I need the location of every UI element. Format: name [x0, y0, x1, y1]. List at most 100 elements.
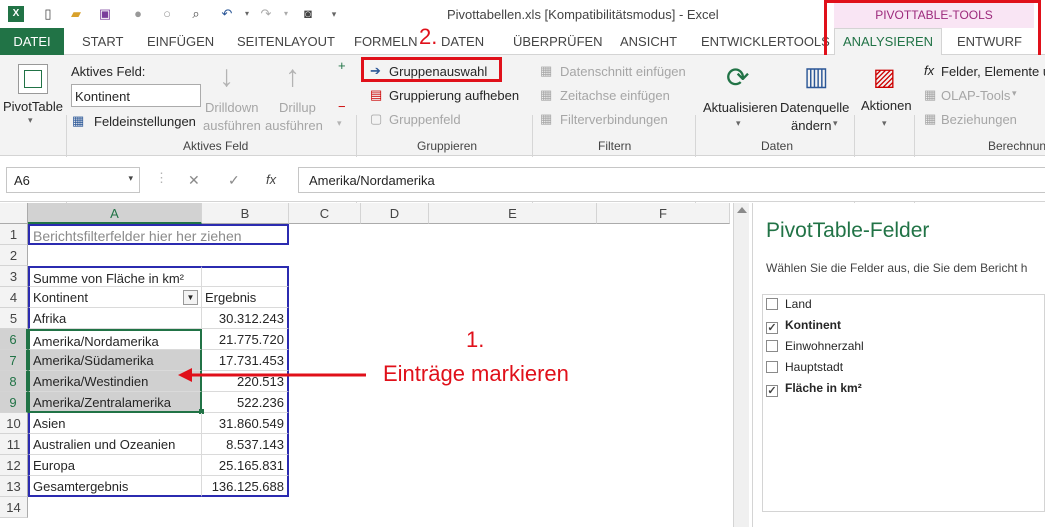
pivot-row-label[interactable]: Australien und Ozeanien [28, 434, 202, 455]
ungroup-button[interactable]: Gruppierung aufheben [389, 88, 519, 103]
row-header[interactable]: 4 [0, 287, 28, 308]
qat-customize-icon[interactable]: ▾ [326, 6, 342, 22]
pivot-row-value[interactable]: 25.165.831 [202, 455, 289, 476]
confirm-icon[interactable]: ✓ [228, 172, 240, 189]
select-all-corner[interactable] [0, 203, 28, 224]
drilldown-label-1[interactable]: Drilldown [205, 100, 258, 115]
camera-icon[interactable]: ◙ [300, 6, 316, 22]
change-source-dropdown-icon[interactable]: ▾ [833, 118, 838, 129]
group-field-button[interactable]: Gruppenfeld [389, 112, 461, 127]
drillup-label-1[interactable]: Drillup [279, 100, 316, 115]
drillup-label-2[interactable]: ausführen [265, 118, 323, 133]
column-header-c[interactable]: C [289, 203, 361, 224]
field-item-hauptstadt[interactable]: Hauptstadt [766, 360, 843, 374]
circle-icon[interactable]: ● [130, 6, 146, 22]
filter-connections-button[interactable]: Filterverbindungen [560, 112, 668, 127]
tab-datei[interactable]: DATEI [0, 28, 64, 55]
change-source-label-1[interactable]: Datenquelle [780, 100, 849, 115]
collapse-field-icon[interactable]: − [338, 99, 346, 114]
pivottable-dropdown-icon[interactable]: ▾ [28, 115, 33, 126]
insert-slicer-button[interactable]: Datenschnitt einfügen [560, 64, 686, 79]
row-header[interactable]: 5 [0, 308, 28, 329]
checkbox-unchecked-icon[interactable] [766, 361, 778, 373]
row-header[interactable]: 7 [0, 350, 28, 371]
cancel-icon[interactable]: ✕ [188, 172, 200, 189]
row-header[interactable]: 14 [0, 497, 28, 518]
checkbox-checked-icon[interactable]: ✓ [766, 322, 778, 334]
name-box[interactable]: A6 ▾ [6, 167, 140, 193]
tab-ueberpruefen[interactable]: ÜBERPRÜFEN [513, 34, 603, 49]
expand-field-icon[interactable]: + [338, 58, 346, 73]
pivottable-button[interactable]: PivotTable [3, 99, 63, 114]
report-filter-drop-area[interactable]: Berichtsfilterfelder hier her ziehen [28, 224, 289, 245]
active-field-input[interactable]: Kontinent [71, 84, 201, 107]
olap-tools-button[interactable]: OLAP-Tools [941, 88, 1010, 103]
column-header-a[interactable]: A [28, 203, 202, 224]
column-header-f[interactable]: F [597, 203, 730, 224]
new-file-icon[interactable]: ▯ [40, 6, 56, 22]
row-header[interactable]: 6 [0, 329, 28, 350]
pivot-value-header[interactable]: Summe von Fläche in km² [28, 266, 202, 287]
actions-button[interactable]: Aktionen [861, 98, 912, 113]
row-header[interactable]: 12 [0, 455, 28, 476]
relations-button[interactable]: Beziehungen [941, 112, 1017, 127]
result-header[interactable]: Ergebnis [202, 287, 289, 308]
pivottable-icon[interactable] [18, 64, 48, 94]
print-preview-icon[interactable]: ⌕ [188, 6, 204, 22]
column-header-e[interactable]: E [429, 203, 597, 224]
checkbox-unchecked-icon[interactable] [766, 298, 778, 310]
vertical-scrollbar[interactable] [733, 203, 749, 527]
insert-function-icon[interactable]: fx [266, 172, 276, 187]
actions-dropdown-icon[interactable]: ▾ [882, 118, 887, 129]
save-icon[interactable]: ▣ [97, 6, 113, 22]
tab-ansicht[interactable]: ANSICHT [620, 34, 677, 49]
drilldown-label-2[interactable]: ausführen [203, 118, 261, 133]
row-labels-header[interactable]: Kontinent ▼ [28, 287, 202, 308]
refresh-button[interactable]: Aktualisieren [703, 100, 777, 115]
row-header[interactable]: 13 [0, 476, 28, 497]
pivot-total-value[interactable]: 136.125.688 [202, 476, 289, 497]
fields-items-button[interactable]: Felder, Elemente u [941, 64, 1045, 79]
row-header[interactable]: 10 [0, 413, 28, 434]
pivot-row-value[interactable]: 21.775.720 [202, 329, 289, 350]
formula-bar-grip-icon[interactable]: ⋮ [155, 170, 168, 186]
circle-outline-icon[interactable]: ○ [159, 6, 175, 22]
tab-seitenlayout[interactable]: SEITENLAYOUT [237, 34, 335, 49]
pivot-row-label-active[interactable]: Amerika/Nordamerika [28, 329, 202, 350]
row-header[interactable]: 1 [0, 224, 28, 245]
checkbox-checked-icon[interactable]: ✓ [766, 385, 778, 397]
change-source-label-2[interactable]: ändern [791, 118, 831, 133]
field-item-kontinent[interactable]: ✓ Kontinent [766, 318, 841, 334]
row-header[interactable]: 9 [0, 392, 28, 413]
tab-einfuegen[interactable]: EINFÜGEN [147, 34, 214, 49]
filter-dropdown-icon[interactable]: ▼ [183, 290, 198, 305]
column-header-d[interactable]: D [361, 203, 429, 224]
redo-dropdown-icon[interactable]: ▾ [278, 6, 294, 22]
pivot-row-label[interactable]: Amerika/Zentralamerika [28, 392, 202, 413]
undo-icon[interactable]: ↶ [219, 6, 235, 22]
redo-icon[interactable]: ↷ [258, 6, 274, 22]
pivot-row-value[interactable]: 522.236 [202, 392, 289, 413]
pivot-row-label[interactable]: Asien [28, 413, 202, 434]
row-header[interactable]: 8 [0, 371, 28, 392]
drillup-dropdown-icon[interactable]: ▾ [337, 118, 342, 129]
insert-timeline-button[interactable]: Zeitachse einfügen [560, 88, 670, 103]
formula-input[interactable]: Amerika/Nordamerika [298, 167, 1045, 193]
row-header[interactable]: 3 [0, 266, 28, 287]
pivot-row-label[interactable]: Afrika [28, 308, 202, 329]
row-header[interactable]: 2 [0, 245, 28, 266]
excel-logo-icon[interactable]: X [8, 6, 24, 22]
undo-dropdown-icon[interactable]: ▾ [239, 6, 255, 22]
pivot-row-value[interactable]: 31.860.549 [202, 413, 289, 434]
refresh-dropdown-icon[interactable]: ▾ [736, 118, 741, 129]
scroll-up-icon[interactable] [737, 207, 747, 213]
field-item-einwohnerzahl[interactable]: Einwohnerzahl [766, 339, 864, 353]
pivot-row-label[interactable]: Europa [28, 455, 202, 476]
open-folder-icon[interactable]: ▰ [68, 6, 84, 22]
pivot-cell[interactable] [202, 266, 289, 287]
pivot-row-value[interactable]: 30.312.243 [202, 308, 289, 329]
column-header-b[interactable]: B [202, 203, 289, 224]
field-settings-button[interactable]: Feldeinstellungen [94, 114, 196, 129]
tab-daten[interactable]: DATEN [441, 34, 484, 49]
row-header[interactable]: 11 [0, 434, 28, 455]
